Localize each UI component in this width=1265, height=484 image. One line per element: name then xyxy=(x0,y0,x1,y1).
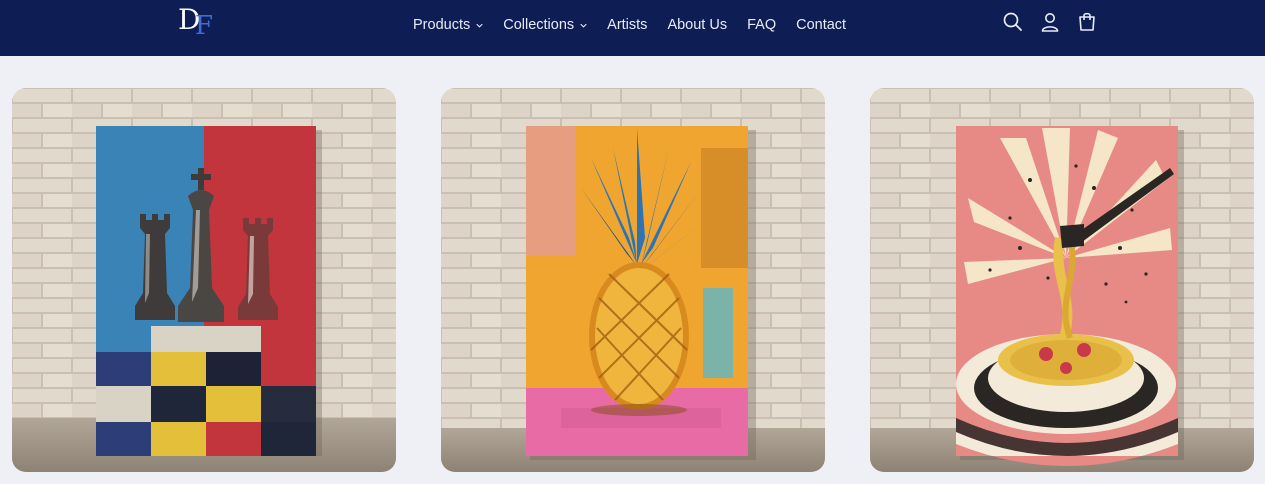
cart-icon[interactable] xyxy=(1076,11,1098,33)
chevron-down-icon xyxy=(476,23,483,28)
pineapple-painting-image xyxy=(441,88,825,472)
product-card-pineapple[interactable] xyxy=(441,88,825,472)
logo-letter-f: F xyxy=(195,11,214,41)
header-icons xyxy=(1002,11,1113,33)
nav-products-label: Products xyxy=(413,17,471,33)
chess-painting-image xyxy=(12,88,396,472)
nav-artists[interactable]: Artists xyxy=(607,17,647,33)
nav-contact[interactable]: Contact xyxy=(796,17,846,33)
chevron-down-icon xyxy=(580,23,587,28)
main-nav: Products Collections Artists About Us FA… xyxy=(413,17,866,33)
product-card-chess[interactable] xyxy=(12,88,396,472)
nav-about-us[interactable]: About Us xyxy=(667,17,727,33)
nav-collections-label: Collections xyxy=(503,17,575,33)
nav-about-us-label: About Us xyxy=(667,17,728,33)
product-card-spaghetti[interactable] xyxy=(870,88,1254,472)
account-icon[interactable] xyxy=(1039,11,1061,33)
spaghetti-painting-image xyxy=(870,88,1254,472)
site-header: D F Products Collections Artists About U… xyxy=(0,0,1265,56)
brand-logo[interactable]: D F xyxy=(178,4,218,42)
nav-products[interactable]: Products xyxy=(413,17,483,33)
nav-faq-label: FAQ xyxy=(747,17,777,33)
nav-faq[interactable]: FAQ xyxy=(747,17,776,33)
search-icon[interactable] xyxy=(1002,11,1024,33)
nav-contact-label: Contact xyxy=(796,17,847,33)
nav-collections[interactable]: Collections xyxy=(503,17,587,33)
nav-artists-label: Artists xyxy=(607,17,648,33)
